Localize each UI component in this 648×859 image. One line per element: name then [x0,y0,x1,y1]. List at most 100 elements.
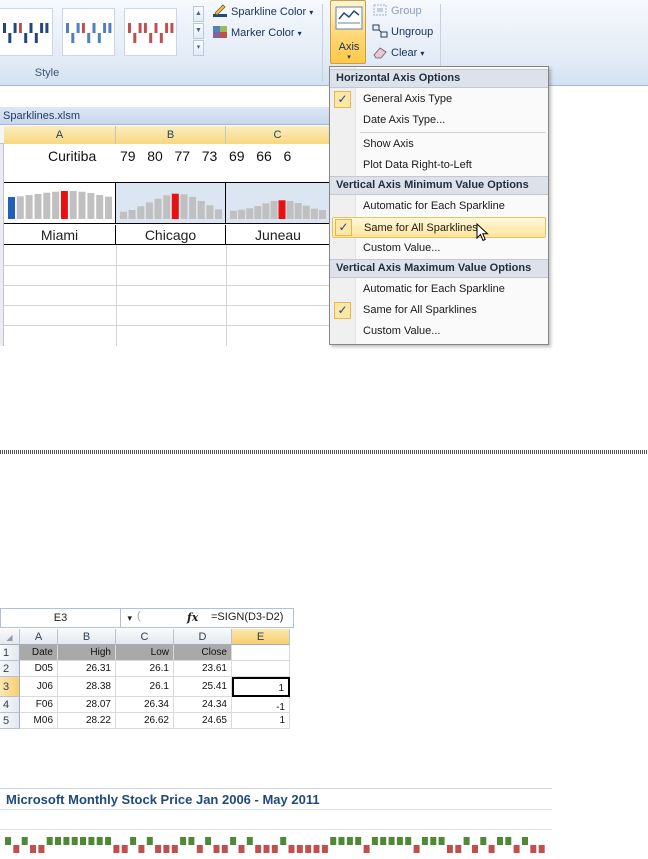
cell-a3[interactable]: J06 [20,677,58,697]
cell-d4[interactable]: 24.34 [174,697,232,713]
menu-item[interactable]: ✓ Same for All Sparklines [332,217,546,238]
column-header-b[interactable]: B [58,629,116,645]
formula-input[interactable]: =SIGN(D3-D2) [211,611,283,623]
style-thumb-bar [13,23,17,33]
worksheet: ◢ A B C D E 1 Date High Low Close 2 D05 26.31 26.1 23.… [0,629,294,735]
city-name-cell[interactable]: Curitiba [48,148,96,164]
clear-button[interactable]: Clear ▾ [372,43,424,63]
ungroup-button[interactable]: Ungroup [372,22,433,42]
column-header-b[interactable]: B [116,126,226,144]
cell-a4[interactable]: F06 [20,697,58,713]
style-thumb-bar [81,23,85,33]
grid-line [116,245,117,346]
name-box-arrow-icon: ▾ [127,613,132,623]
win-bar [96,837,103,845]
marker-color-button[interactable]: Marker Color ▾ [212,23,302,43]
cell-a5[interactable]: M06 [20,713,58,729]
sparkline-bar [254,206,262,219]
column-header-c[interactable]: C [226,126,330,144]
menu-item[interactable]: Date Axis Type... [330,110,548,131]
city-label-chicago[interactable]: Chicago [116,225,226,245]
style-thumb-bar [8,33,12,43]
fx-icon[interactable]: fx [187,611,198,624]
gallery-scroll-down[interactable]: ▼ [193,23,204,39]
cell-c2[interactable]: 26.1 [116,661,174,677]
column-header-a[interactable]: A [4,126,116,144]
cell-c5[interactable]: 26.62 [116,713,174,729]
row-header-2[interactable]: 2 [0,661,20,677]
sparkline-style-thumb-3[interactable] [124,8,177,56]
sparkline-cell-miami[interactable] [4,183,116,223]
sparkline-cell-chicago[interactable] [116,183,226,223]
menu-item[interactable]: Custom Value... [330,321,548,342]
cell-b5[interactable]: 28.22 [58,713,116,729]
sparkline-bar [120,211,127,219]
menu-item[interactable]: ✓ Same for All Sparklines [330,300,548,321]
column-header-c[interactable]: C [116,629,174,645]
cell-a2[interactable]: D05 [20,661,58,677]
menu-item[interactable]: Automatic for Each Sparkline [330,196,548,217]
axis-button[interactable]: Axis ▾ [330,0,366,64]
cancel-icon[interactable]: ( [137,610,141,622]
sparkline-bar [246,208,254,219]
group-button[interactable]: Group [372,1,422,21]
loss-bar [296,845,303,853]
win-bar [63,837,70,845]
loss-bar [138,845,145,853]
temperature-values[interactable]: 79 80 77 73 69 66 6 [120,148,291,164]
data-row: Curitiba 79 80 77 73 69 66 6 [4,144,330,182]
style-thumb-bar [154,23,158,33]
sparkline-cell-juneau[interactable] [226,183,330,223]
column-header-e[interactable]: E [232,629,290,645]
cell-e4[interactable]: -1 [232,697,290,713]
name-box[interactable]: E3 ▾ [1,609,132,627]
column-header-d[interactable]: D [174,629,232,645]
row-header-5[interactable]: 5 [0,713,20,729]
sparkline-bar [319,210,326,219]
city-label-miami[interactable]: Miami [4,225,116,245]
cell-c3[interactable]: 26.1 [116,677,174,697]
cell-c4[interactable]: 26.34 [116,697,174,713]
menu-item[interactable]: Show Axis [330,134,548,155]
cell-e1[interactable] [232,645,290,661]
menu-item[interactable]: ✓ General Axis Type [330,89,548,110]
group-label: Group [391,5,422,17]
cell-b1[interactable]: High [58,645,116,661]
style-thumb-bar [34,33,38,43]
gallery-more[interactable]: ▾ [193,40,204,56]
sparkline-style-thumb-1[interactable] [0,8,53,56]
sparkline-color-button[interactable]: Sparkline Color ▾ [212,2,313,22]
sparkline-bar [215,209,222,219]
cell-d5[interactable]: 24.65 [174,713,232,729]
cell-d2[interactable]: 23.61 [174,661,232,677]
cell-d1[interactable]: Close [174,645,232,661]
loss-bar [271,845,278,853]
cell-d3[interactable]: 25.41 [174,677,232,697]
cell-e5[interactable]: 1 [232,713,290,729]
win-bar [105,837,112,845]
column-header-a[interactable]: A [20,629,58,645]
menu-item[interactable]: Automatic for Each Sparkline [330,279,548,300]
cell-b4[interactable]: 28.07 [58,697,116,713]
style-thumb-bar [108,23,112,33]
cell-b3[interactable]: 28.38 [58,677,116,697]
row-header-4[interactable]: 4 [0,697,20,713]
sparkline-style-thumb-2[interactable] [62,8,115,56]
cell-e3[interactable]: 1 [232,677,290,697]
win-bar [355,837,362,845]
city-label-juneau[interactable]: Juneau [226,225,330,245]
cell-e2[interactable] [232,661,290,677]
select-all-corner[interactable]: ◢ [0,629,20,645]
gallery-scroll-up[interactable]: ▲ [193,6,204,22]
style-thumb-bar [97,33,101,43]
row-header-1[interactable]: 1 [0,645,20,661]
loss-bar [196,845,203,853]
cell-c1[interactable]: Low [116,645,174,661]
win-bar [405,837,412,845]
row-header-3[interactable]: 3 [0,677,20,697]
menu-item[interactable]: Custom Value... [330,238,548,259]
menu-item[interactable]: Plot Data Right-to-Left [330,155,548,176]
cell-b2[interactable]: 26.31 [58,661,116,677]
loss-bar [446,845,453,853]
cell-a1[interactable]: Date [20,645,58,661]
